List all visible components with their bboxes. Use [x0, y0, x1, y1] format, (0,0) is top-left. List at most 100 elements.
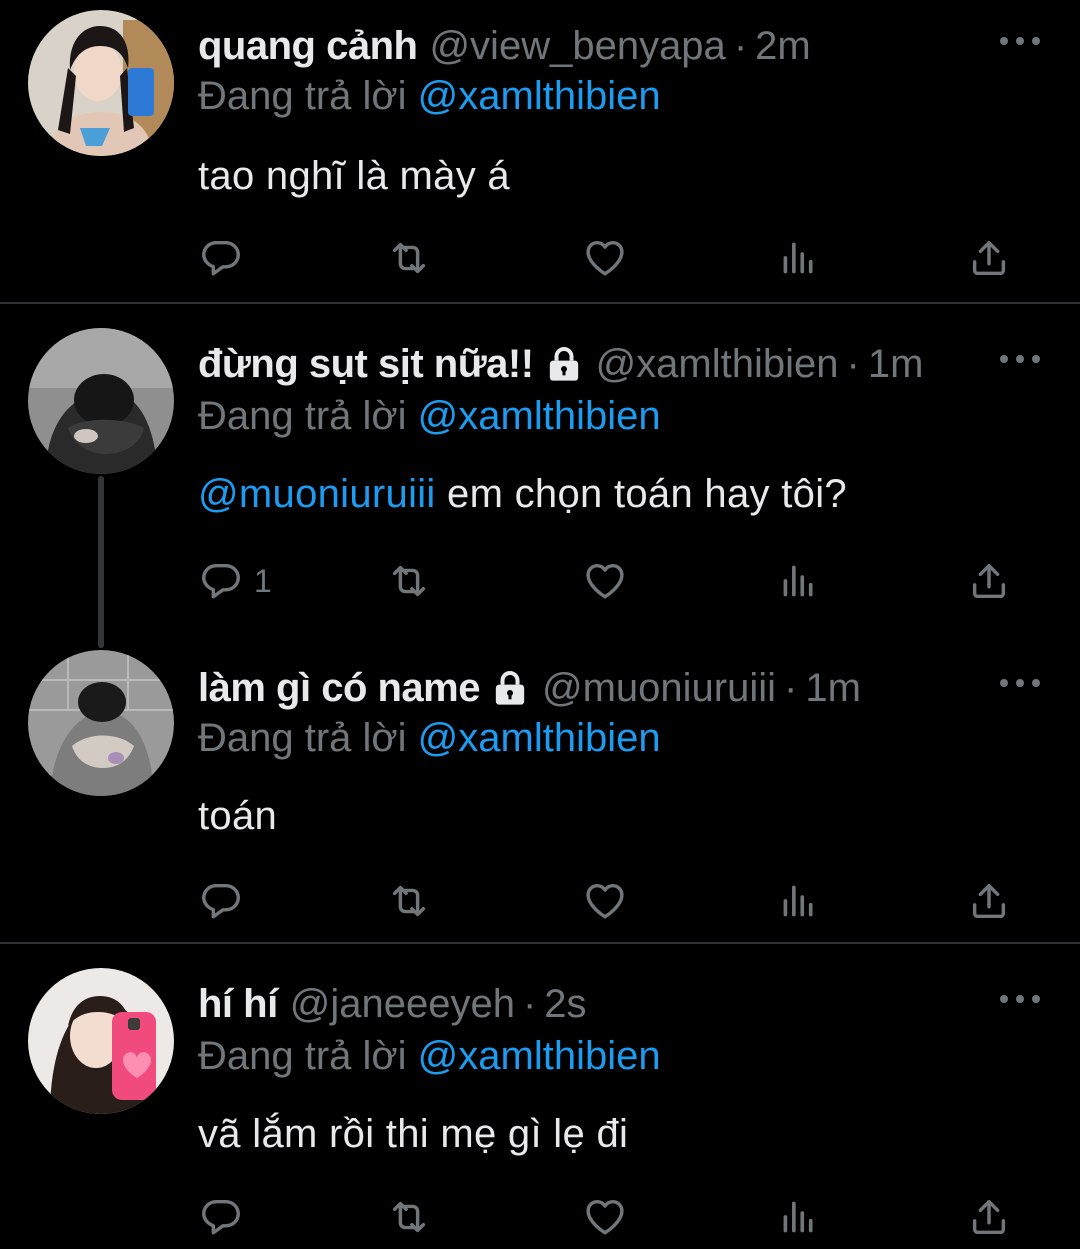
display-name[interactable]: hí hí: [198, 974, 278, 1034]
more-icon[interactable]: [1000, 344, 1040, 374]
reply-count: 1: [254, 562, 272, 599]
share-icon: [966, 558, 1012, 604]
heart-icon: [582, 235, 628, 281]
text-content: toán: [198, 794, 278, 838]
text-mention[interactable]: @muoniuruiii: [198, 472, 436, 516]
reply-icon: [198, 558, 244, 604]
reply-button[interactable]: [198, 1192, 254, 1242]
like-button[interactable]: [582, 233, 628, 283]
heart-icon: [582, 1194, 628, 1240]
action-bar: [198, 1192, 1028, 1242]
retweet-button[interactable]: [386, 556, 432, 606]
tweet-header: quang cảnh @view_benyapa · 2m: [198, 16, 990, 76]
like-button[interactable]: [582, 556, 628, 606]
avatar[interactable]: [28, 328, 174, 474]
reply-button[interactable]: 1: [198, 556, 272, 606]
views-icon: [774, 878, 820, 924]
share-icon: [966, 1194, 1012, 1240]
reply-icon: [198, 878, 244, 924]
share-icon: [966, 878, 1012, 924]
share-icon: [966, 235, 1012, 281]
share-button[interactable]: [966, 1192, 1012, 1242]
more-icon[interactable]: [1000, 984, 1040, 1014]
reply-to-mention[interactable]: @xamlthibien: [418, 716, 661, 760]
reply-prefix: Đang trả lời: [198, 716, 407, 760]
share-button[interactable]: [966, 876, 1012, 926]
reply-icon: [198, 1194, 244, 1240]
retweet-button[interactable]: [386, 233, 432, 283]
text-content: tao nghĩ là mày á: [198, 154, 510, 198]
text-content: vã lắm rồi thi mẹ gì lẹ đi: [198, 1112, 629, 1156]
retweet-icon: [386, 235, 432, 281]
tweet-2[interactable]: đừng sụt sịt nữa!! @xamlthibien · 1m Đan…: [0, 304, 1080, 634]
separator: ·: [733, 24, 748, 68]
retweet-button[interactable]: [386, 1192, 432, 1242]
avatar[interactable]: [28, 10, 174, 156]
reply-prefix: Đang trả lời: [198, 1034, 407, 1078]
reply-prefix: Đang trả lời: [198, 394, 407, 438]
replying-to: Đang trả lời @xamlthibien: [198, 68, 661, 124]
tweet-text: tao nghĩ là mày á: [198, 148, 1040, 204]
reply-icon: [198, 235, 244, 281]
separator: ·: [522, 982, 537, 1026]
display-name[interactable]: làm gì có name: [198, 658, 480, 718]
share-button[interactable]: [966, 233, 1012, 283]
tweet-4[interactable]: hí hí @janeeeyeh · 2s Đang trả lời @xaml…: [0, 944, 1080, 1249]
display-name[interactable]: đừng sụt sịt nữa!!: [198, 334, 534, 394]
like-button[interactable]: [582, 1192, 628, 1242]
display-name[interactable]: quang cảnh: [198, 16, 418, 76]
reply-to-mention[interactable]: @xamlthibien: [418, 74, 661, 118]
more-icon[interactable]: [1000, 26, 1040, 56]
avatar[interactable]: [28, 968, 174, 1114]
timestamp[interactable]: 1m: [868, 334, 924, 394]
tweet-text: vã lắm rồi thi mẹ gì lẹ đi: [198, 1106, 1040, 1162]
handle[interactable]: @janeeeyeh: [290, 974, 515, 1034]
views-icon: [774, 1194, 820, 1240]
handle[interactable]: @muoniuruiii: [542, 658, 776, 718]
separator: ·: [784, 666, 798, 710]
reply-prefix: Đang trả lời: [198, 74, 407, 118]
reply-to-mention[interactable]: @xamlthibien: [418, 394, 661, 438]
retweet-button[interactable]: [386, 876, 432, 926]
tweet-text: @muoniuruiii em chọn toán hay tôi?: [198, 466, 1040, 522]
replying-to: Đang trả lời @xamlthibien: [198, 1028, 661, 1084]
views-icon: [774, 235, 820, 281]
action-bar: [198, 876, 1028, 926]
action-bar: [198, 233, 1028, 283]
views-icon: [774, 558, 820, 604]
timestamp[interactable]: 1m: [805, 658, 861, 718]
tweet-header: đừng sụt sịt nữa!! @xamlthibien · 1m: [198, 334, 990, 394]
views-button[interactable]: [774, 876, 820, 926]
lock-icon: [490, 668, 530, 708]
text-content: em chọn toán hay tôi?: [435, 472, 847, 516]
retweet-icon: [386, 558, 432, 604]
avatar[interactable]: [28, 650, 174, 796]
replying-to: Đang trả lời @xamlthibien: [198, 388, 661, 444]
heart-icon: [582, 558, 628, 604]
tweet-text: toán: [198, 788, 1040, 844]
reply-to-mention[interactable]: @xamlthibien: [418, 1034, 661, 1078]
heart-icon: [582, 878, 628, 924]
reply-feed: quang cảnh @view_benyapa · 2m Đang trả l…: [0, 0, 1080, 1249]
handle[interactable]: @xamlthibien: [596, 334, 839, 394]
action-bar: 1: [198, 556, 1028, 606]
share-button[interactable]: [966, 556, 1012, 606]
timestamp[interactable]: 2s: [544, 974, 586, 1034]
views-button[interactable]: [774, 233, 820, 283]
tweet-header: làm gì có name @muoniuruiii · 1m: [198, 658, 990, 718]
more-icon[interactable]: [1000, 668, 1040, 698]
lock-icon: [544, 344, 584, 384]
like-button[interactable]: [582, 876, 628, 926]
retweet-icon: [386, 878, 432, 924]
views-button[interactable]: [774, 556, 820, 606]
reply-button[interactable]: [198, 233, 254, 283]
tweet-3[interactable]: làm gì có name @muoniuruiii · 1m Đang tr…: [0, 634, 1080, 942]
retweet-icon: [386, 1194, 432, 1240]
tweet-header: hí hí @janeeeyeh · 2s: [198, 974, 990, 1034]
replying-to: Đang trả lời @xamlthibien: [198, 710, 661, 766]
views-button[interactable]: [774, 1192, 820, 1242]
reply-button[interactable]: [198, 876, 254, 926]
handle[interactable]: @view_benyapa: [429, 16, 725, 76]
tweet-1[interactable]: quang cảnh @view_benyapa · 2m Đang trả l…: [0, 0, 1080, 302]
timestamp[interactable]: 2m: [755, 16, 811, 76]
